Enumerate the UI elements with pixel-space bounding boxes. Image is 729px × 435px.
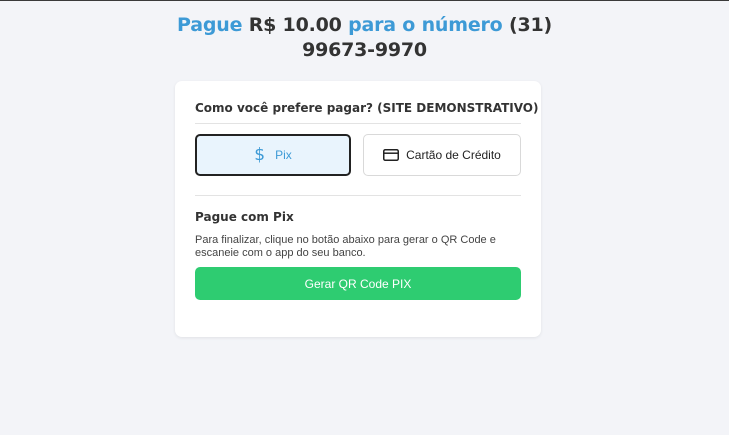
page-title: Pague R$ 10.00 para o número (31) 99673-… — [0, 13, 729, 63]
divider — [195, 195, 521, 196]
credit-card-option-button[interactable]: Cartão de Crédito — [363, 134, 521, 176]
payment-question: Como você prefere pagar? (SITE DEMONSTRA… — [195, 101, 539, 115]
credit-card-option-label: Cartão de Crédito — [406, 148, 501, 162]
payment-card: Como você prefere pagar? (SITE DEMONSTRA… — [175, 81, 541, 337]
pix-option-button[interactable]: $ Pix — [195, 134, 351, 176]
phone-number: 99673-9970 — [302, 39, 427, 61]
phone-area-code: (31) — [508, 14, 552, 36]
pay-word: Pague — [177, 14, 243, 36]
pix-option-label: Pix — [275, 148, 292, 162]
pix-section-title: Pague com Pix — [195, 210, 294, 224]
pix-instructions: Para finalizar, clique no botão abaixo p… — [195, 234, 496, 259]
credit-card-icon — [383, 149, 400, 161]
dollar-icon: $ — [254, 144, 266, 165]
top-border — [0, 0, 729, 1]
generate-qr-code-button[interactable]: Gerar QR Code PIX — [195, 267, 521, 300]
to-number-text: para o número — [348, 14, 503, 36]
divider — [195, 123, 521, 124]
amount: R$ 10.00 — [248, 14, 342, 36]
